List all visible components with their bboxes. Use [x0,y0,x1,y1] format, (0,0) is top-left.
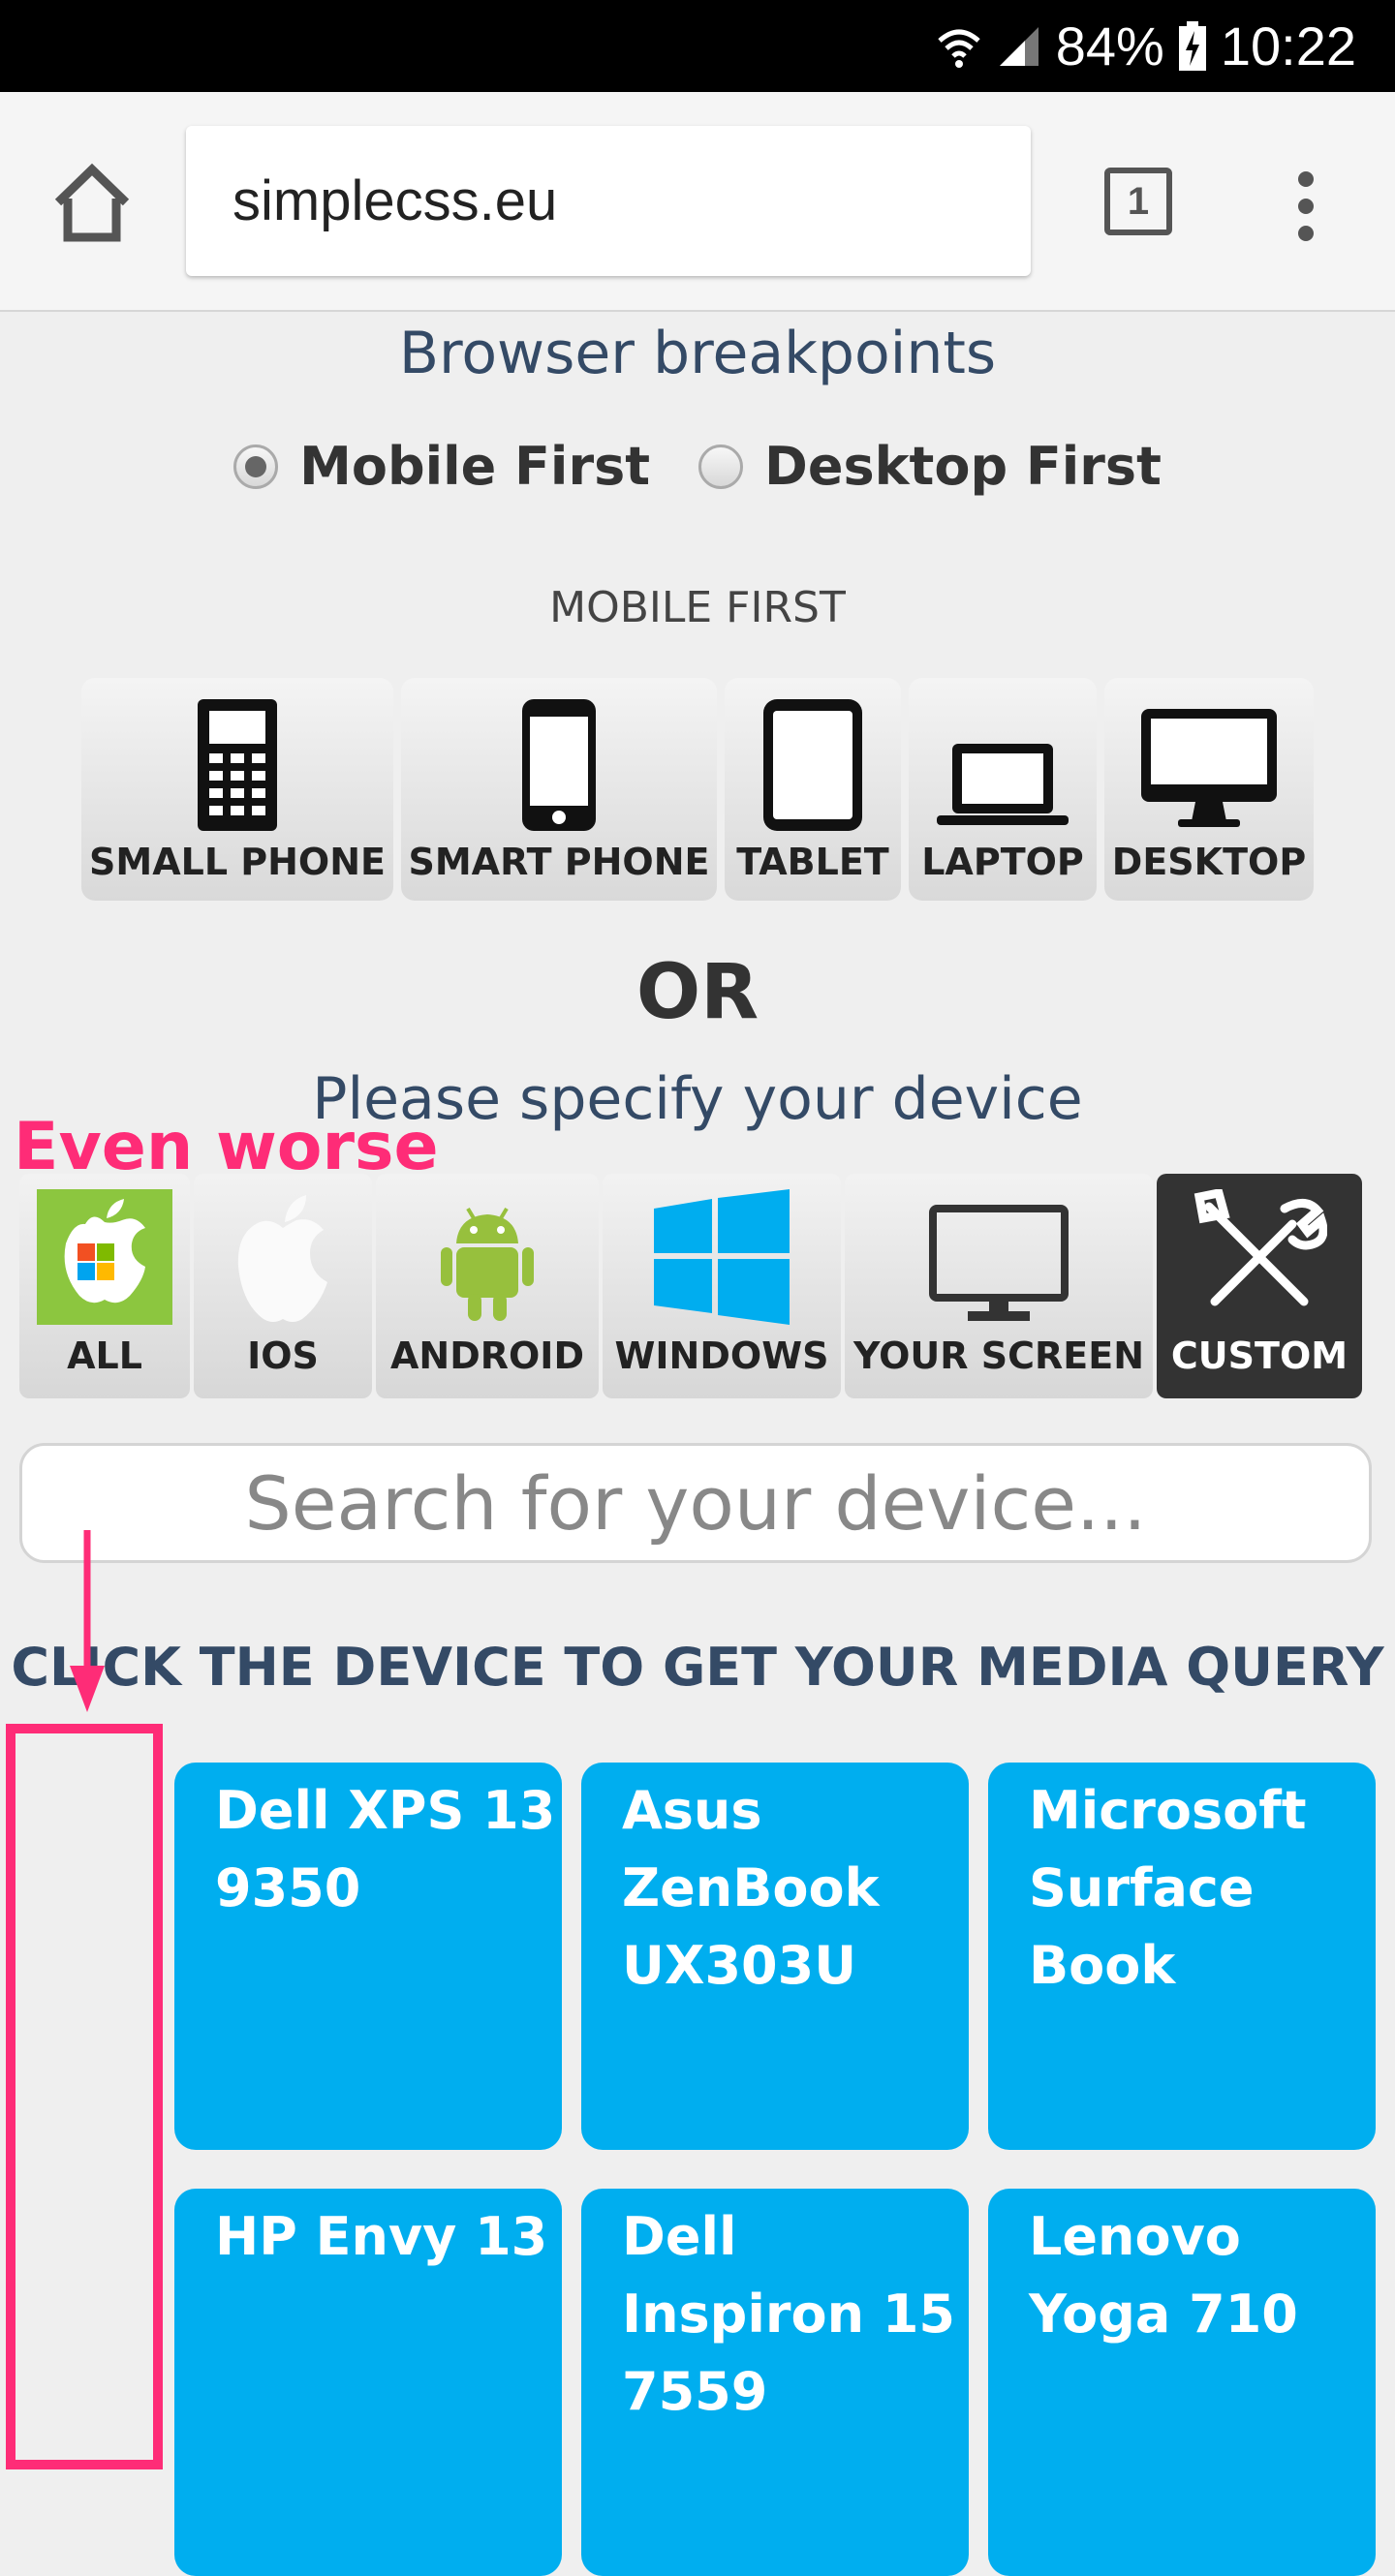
device-card[interactable]: HP Envy 13 [174,2189,562,2576]
radio-button-checked[interactable] [233,444,279,489]
filter-label: CUSTOM [1170,1334,1348,1377]
instruction-heading: CLICK THE DEVICE TO GET YOUR MEDIA QUERY [11,1637,1384,1698]
device-card[interactable]: Microsoft Surface Book [988,1763,1376,2150]
breakpoint-smart-phone[interactable]: SMART PHONE [401,678,717,901]
smartphone-icon [522,699,596,831]
breakpoint-tablet[interactable]: TABLET [725,678,901,901]
annotation-label: Even worse [14,1109,439,1185]
filter-label: IOS [247,1334,319,1377]
breakpoint-desktop[interactable]: DESKTOP [1104,678,1314,901]
search-placeholder: Search for your device... [244,1459,1147,1547]
filter-windows[interactable]: WINDOWS [603,1174,841,1398]
breakpoint-label: DESKTOP [1111,841,1307,883]
tools-icon [1194,1189,1327,1306]
breakpoint-label: LAPTOP [921,841,1084,883]
annotation-arrow-icon [70,1530,105,1712]
tab-switcher-button[interactable]: 1 [1104,168,1172,235]
feature-phone-icon [198,699,277,831]
device-card[interactable]: Dell Inspiron 15 7559 [581,2189,969,2576]
signal-icon [999,26,1038,66]
breakpoint-small-phone[interactable]: SMALL PHONE [81,678,393,901]
annotation-highlight-box [6,1724,163,2469]
url-text[interactable]: simplecss.eu [232,169,557,233]
platform-filters: ALL IOS ANDROID WINDOWS YOUR SCREEN CUST… [19,1174,1372,1398]
wifi-icon [938,29,980,68]
windows-icon [654,1189,790,1325]
breakpoint-label: SMALL PHONE [89,841,386,883]
breakpoint-mode-selector: Mobile First Desktop First [0,436,1395,497]
desktop-monitor-icon [1141,709,1277,827]
filter-label: WINDOWS [614,1334,829,1377]
all-platforms-icon [37,1189,172,1325]
mode-label: MOBILE FIRST [549,583,846,632]
filter-all[interactable]: ALL [19,1174,190,1398]
page-title: Browser breakpoints [398,320,997,387]
device-card[interactable]: Lenovo Yoga 710 [988,2189,1376,2576]
battery-percent: 84% [1055,15,1164,77]
device-card[interactable]: Asus ZenBook UX303U [581,1763,969,2150]
tablet-icon [763,699,862,831]
filter-label: YOUR SCREEN [852,1334,1145,1377]
filter-label: ALL [67,1334,142,1377]
clock: 10:22 [1220,15,1356,77]
radio-label[interactable]: Mobile First [299,436,650,497]
radio-label[interactable]: Desktop First [764,436,1162,497]
browser-toolbar: simplecss.eu 1 [0,92,1395,312]
android-icon [441,1207,534,1321]
address-bar[interactable]: simplecss.eu [186,126,1031,276]
laptop-icon [937,744,1069,825]
filter-ios[interactable]: IOS [194,1174,372,1398]
filter-your-screen[interactable]: YOUR SCREEN [845,1174,1153,1398]
radio-mobile-first[interactable]: Mobile First [233,436,650,497]
monitor-icon [929,1205,1069,1321]
filter-label: ANDROID [389,1334,584,1377]
breakpoint-laptop[interactable]: LAPTOP [909,678,1097,901]
device-search-input[interactable]: Search for your device... [19,1443,1372,1563]
breakpoint-buttons: SMALL PHONE SMART PHONE TABLET LAPTOP DE… [81,678,1321,901]
filter-custom[interactable]: CUSTOM [1157,1174,1362,1398]
device-card[interactable]: Dell XPS 13 9350 [174,1763,562,2150]
home-icon[interactable] [48,160,136,247]
breakpoint-label: SMART PHONE [408,841,710,883]
or-divider: OR [636,949,760,1036]
breakpoint-label: TABLET [736,841,889,883]
status-bar: 84% 10:22 [0,0,1395,92]
apple-icon [237,1195,327,1322]
radio-button-unchecked[interactable] [698,444,744,489]
filter-android[interactable]: ANDROID [376,1174,599,1398]
battery-charging-icon [1178,20,1206,71]
overflow-menu-icon[interactable] [1288,168,1323,245]
radio-desktop-first[interactable]: Desktop First [698,436,1162,497]
page-content: Browser breakpoints Mobile First Desktop… [0,310,1395,2576]
